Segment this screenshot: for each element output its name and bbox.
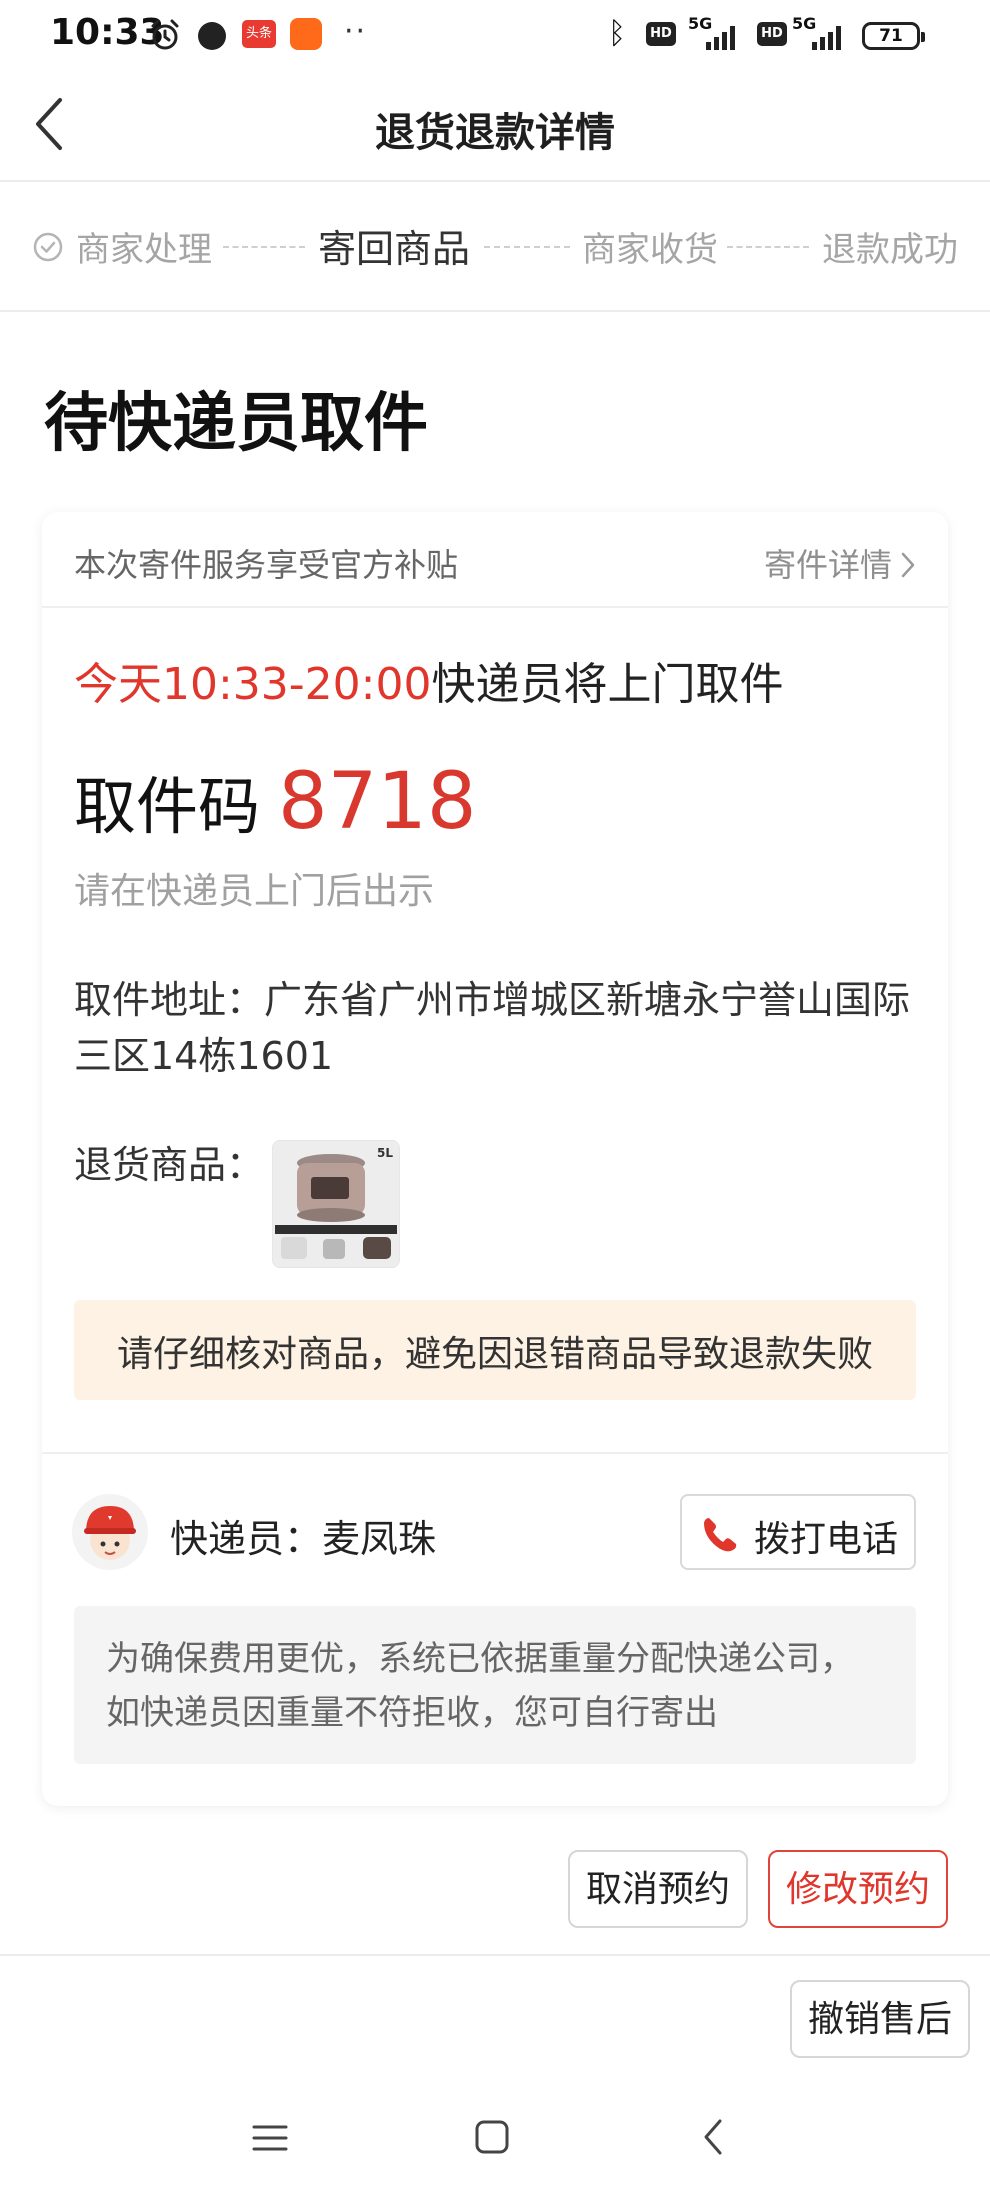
refund-detail-page: 10:33 头条 ·· ᛒ HD 5G HD 5G 71 退货退款详情 商家处理… <box>0 0 990 2201</box>
call-button-label: 拨打电话 <box>754 1519 899 1560</box>
notice-text: 为确保费用更优，系统已依据重量分配快递公司，如快递员因重量不符拒收，您可自行寄出 <box>106 1639 854 1733</box>
app-dot-icon <box>198 22 226 50</box>
courier-avatar <box>72 1494 148 1570</box>
refund-progress-steps: 商家处理 寄回商品 商家收货 退款成功 <box>0 182 990 312</box>
return-goods-thumbnail[interactable]: 5L <box>272 1140 400 1268</box>
warning-text: 请仔细核对商品，避免因退错商品导致退款失败 <box>116 1334 873 1375</box>
pickup-address: 取件地址：广东省广州市增城区新塘永宁誉山国际三区14栋1601 <box>74 972 934 1084</box>
alarm-icon <box>151 19 179 50</box>
battery-icon: 71 <box>862 22 925 50</box>
page-title: 退货退款详情 <box>375 110 615 156</box>
courier-label: 快递员： <box>170 1517 323 1561</box>
shipping-detail-link[interactable]: 寄件详情 <box>764 540 918 586</box>
courier-name: 麦凤珠 <box>322 1517 437 1561</box>
divider <box>42 1452 948 1454</box>
pickup-card: 本次寄件服务享受官方补贴 寄件详情 今天10:33-20:00快递员将上门取件 … <box>42 512 948 1806</box>
pickup-time-window: 今天10:33-20:00 <box>74 659 432 710</box>
hd-badge: HD <box>646 22 676 46</box>
pickup-address-label: 取件地址： <box>74 978 265 1022</box>
pickup-time: 今天10:33-20:00快递员将上门取件 <box>74 648 783 712</box>
thumbnail-badge: 5L <box>377 1146 393 1160</box>
modify-booking-button[interactable]: 修改预约 <box>768 1850 948 1928</box>
app-notification-icon <box>290 18 322 50</box>
pickup-code-row: 取件码 8718 <box>74 756 477 847</box>
nav-home-icon[interactable] <box>474 2118 510 2156</box>
step-merchant-processing: 商家处理 <box>76 230 212 270</box>
check-circle-icon <box>33 232 63 262</box>
step-return-goods: 寄回商品 <box>318 227 471 271</box>
system-nav-bar <box>0 2100 990 2201</box>
nav-header: 退货退款详情 <box>0 70 990 182</box>
return-goods-label: 退货商品： <box>74 1143 265 1187</box>
bluetooth-icon: ᛒ <box>608 16 626 51</box>
status-heading: 待快递员取件 <box>44 387 428 461</box>
notice-box: 为确保费用更优，系统已依据重量分配快递公司，如快递员因重量不符拒收，您可自行寄出 <box>74 1606 916 1764</box>
hd-badge: HD <box>757 22 787 46</box>
step-merchant-receipt: 商家收货 <box>582 230 718 270</box>
signal-icon <box>706 26 735 50</box>
nav-menu-icon[interactable] <box>252 2120 288 2156</box>
step-connector <box>484 246 570 248</box>
call-courier-button[interactable]: 拨打电话 <box>680 1494 916 1570</box>
step-connector <box>727 246 809 248</box>
pickup-code-value: 8718 <box>278 757 477 847</box>
warning-banner: 请仔细核对商品，避免因退错商品导致退款失败 <box>74 1300 916 1400</box>
subsidy-text: 本次寄件服务享受官方补贴 <box>74 546 459 584</box>
signal-icon <box>812 26 841 50</box>
step-refund-success: 退款成功 <box>822 230 958 270</box>
status-bar: 10:33 头条 ·· ᛒ HD 5G HD 5G 71 <box>0 0 990 70</box>
nav-back-icon[interactable] <box>700 2116 726 2158</box>
revoke-aftersale-button[interactable]: 撤销售后 <box>790 1980 970 2058</box>
chevron-right-icon <box>901 552 915 578</box>
more-notifications-icon: ·· <box>344 14 368 49</box>
shipping-detail-label: 寄件详情 <box>763 546 892 584</box>
step-connector <box>223 246 305 248</box>
courier-avatar-icon <box>72 1494 148 1570</box>
pressure-cooker-image: 5L <box>273 1141 399 1267</box>
divider <box>0 1954 990 1956</box>
pickup-time-note: 快递员将上门取件 <box>431 659 784 710</box>
toutiao-icon: 头条 <box>242 20 276 48</box>
courier-info: 快递员：麦凤珠 <box>170 1508 436 1563</box>
pickup-code-label: 取件码 <box>74 770 261 843</box>
subsidy-row: 本次寄件服务享受官方补贴 寄件详情 <box>42 512 948 608</box>
phone-icon <box>704 1518 737 1552</box>
pickup-code-hint: 请在快递员上门后出示 <box>74 871 435 912</box>
cancel-booking-button[interactable]: 取消预约 <box>568 1850 748 1928</box>
